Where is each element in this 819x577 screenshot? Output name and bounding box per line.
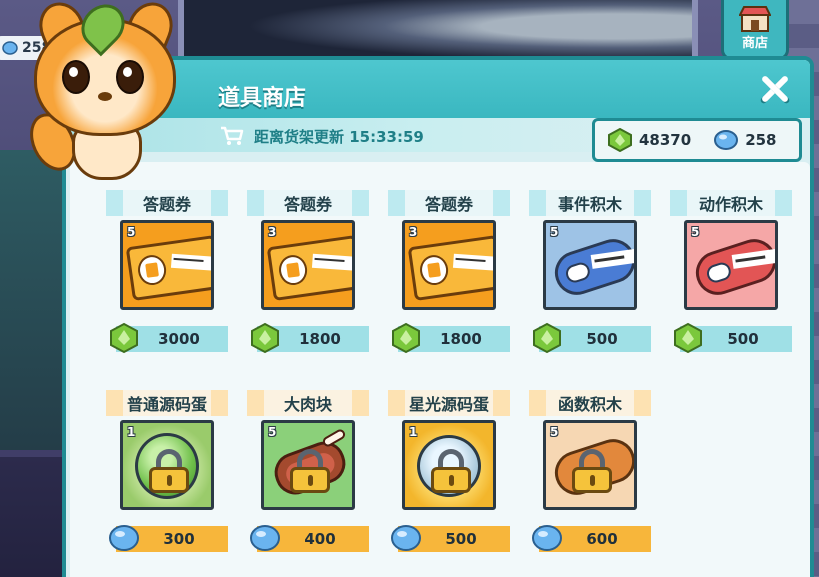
item-price: 1800 <box>392 322 510 354</box>
item-price: 300 <box>109 525 228 552</box>
item-price: 600 <box>532 525 651 552</box>
item-price: 400 <box>250 525 369 552</box>
dialog-title: 道具商店 <box>218 86 307 111</box>
ticket-icon: 5 <box>120 220 214 310</box>
item-qty: 3 <box>268 225 277 239</box>
item-qty: 5 <box>127 225 136 239</box>
item-price: 500 <box>533 322 651 354</box>
item-name: 函数积木 <box>529 390 651 416</box>
item-name: 大肉块 <box>247 390 369 416</box>
item-qty: 5 <box>691 225 700 239</box>
green-gem-amount: 48370 <box>639 131 692 149</box>
shop-item-card[interactable]: 答题券 5 3000 <box>106 190 228 372</box>
green-egg-icon: 1 <box>120 420 214 510</box>
item-qty: 5 <box>268 425 277 439</box>
wallet: 48370 258 <box>592 118 802 162</box>
ticket-icon: 3 <box>402 220 496 310</box>
close-button[interactable] <box>758 72 792 106</box>
mascot-eye-right <box>116 60 144 94</box>
shop-item-card[interactable]: 答题券 3 1800 <box>247 190 369 372</box>
shop-item-card[interactable]: 函数积木 5 600 <box>529 390 651 572</box>
shop-item-card[interactable]: 事件积木 5 500 <box>529 190 651 372</box>
refresh-countdown: 距离货架更新 15:33:59 <box>254 128 424 146</box>
left-panel <box>0 150 70 450</box>
shop-item-card[interactable]: 星光源码蛋 1 500 <box>388 390 510 572</box>
item-name: 星光源码蛋 <box>388 390 510 416</box>
shop-button[interactable]: 商店 <box>721 0 789 60</box>
blue-gem-icon <box>2 41 18 55</box>
item-price: 3000 <box>110 322 228 354</box>
item-qty: 1 <box>127 425 136 439</box>
green-gem-icon <box>608 128 632 152</box>
blue-gem-icon <box>109 525 139 551</box>
green-gem-icon <box>110 322 138 354</box>
green-gem-icon <box>251 322 279 354</box>
blue-gem-icon <box>250 525 280 551</box>
fox-mascot <box>21 0 188 192</box>
item-grid: 答题券 5 3000 答题券 3 1800 答题券 3 1800 事件积木 5 … <box>70 162 810 577</box>
lock-icon <box>149 449 189 493</box>
item-qty: 5 <box>550 225 559 239</box>
item-name: 动作积木 <box>670 190 792 216</box>
lock-icon <box>431 449 471 493</box>
store-icon <box>738 6 772 32</box>
motion-key-icon: 5 <box>684 220 778 310</box>
blue-gem-icon <box>714 130 739 150</box>
meat-icon: 5 <box>261 420 355 510</box>
item-price: 1800 <box>251 322 369 354</box>
item-qty: 5 <box>550 425 559 439</box>
blue-gem-amount: 258 <box>745 131 777 149</box>
event-key-icon: 5 <box>543 220 637 310</box>
lock-icon <box>290 449 330 493</box>
shop-item-card[interactable]: 答题券 3 1800 <box>388 190 510 372</box>
cart-icon <box>221 126 244 145</box>
item-price: 500 <box>674 322 792 354</box>
item-qty: 3 <box>409 225 418 239</box>
star-egg-icon: 1 <box>402 420 496 510</box>
blue-gem-icon <box>532 525 562 551</box>
item-name: 答题券 <box>247 190 369 216</box>
item-name: 普通源码蛋 <box>106 390 228 416</box>
item-name: 答题券 <box>388 190 510 216</box>
item-price: 500 <box>391 525 510 552</box>
lock-icon <box>572 449 612 493</box>
item-qty: 1 <box>409 425 418 439</box>
shop-item-card[interactable]: 大肉块 5 400 <box>247 390 369 572</box>
mascot-eye-left <box>62 60 90 94</box>
mascot-nose <box>98 92 112 101</box>
green-gem-icon <box>674 322 702 354</box>
blue-gem-icon <box>391 525 421 551</box>
shop-item-card[interactable]: 动作积木 5 500 <box>670 190 792 372</box>
green-gem-icon <box>392 322 420 354</box>
item-name: 事件积木 <box>529 190 651 216</box>
green-gem-icon <box>533 322 561 354</box>
item-name: 答题券 <box>106 190 228 216</box>
shop-item-card[interactable]: 普通源码蛋 1 300 <box>106 390 228 572</box>
shop-button-label: 商店 <box>741 36 768 51</box>
ticket-icon: 3 <box>261 220 355 310</box>
function-key-icon: 5 <box>543 420 637 510</box>
